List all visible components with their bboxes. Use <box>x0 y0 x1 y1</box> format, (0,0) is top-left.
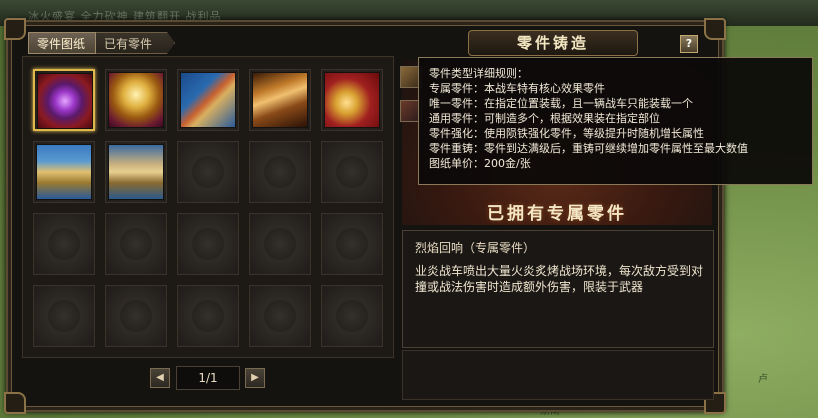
crown-part-icon <box>108 72 164 128</box>
forge-title: 零件铸造 <box>468 30 638 56</box>
flag-part-icon <box>180 72 236 128</box>
part-slot[interactable] <box>321 69 383 131</box>
part-description-panel: 烈焰回响（专属零件） 业炎战车喷出大量火炎炙烤战场环境，每次敌方受到对撞或战法伤… <box>402 230 714 348</box>
empty-slot-emblem-icon <box>190 226 226 262</box>
frame-corner <box>704 18 726 40</box>
empty-part-slot[interactable] <box>249 285 311 347</box>
help-button[interactable]: ? <box>680 35 698 53</box>
part-name: 烈焰回响（专属零件） <box>415 241 536 255</box>
tab-part-blueprints[interactable]: 零件图纸 <box>28 32 97 54</box>
empty-slot-emblem-icon <box>118 298 154 334</box>
part-slot[interactable] <box>33 141 95 203</box>
core-part-icon <box>37 73 93 129</box>
empty-slot-emblem-icon <box>46 298 82 334</box>
empty-part-slot[interactable] <box>177 141 239 203</box>
empty-part-slot[interactable] <box>177 213 239 275</box>
tooltip-line: 唯一零件：在指定位置装载，且一辆战车只能装载一个 <box>429 97 693 110</box>
empty-part-slot[interactable] <box>321 213 383 275</box>
wing-part-icon <box>252 72 308 128</box>
owned-parts-heading: 已拥有专属零件 <box>487 204 627 224</box>
wheel-part-icon-2 <box>108 144 164 200</box>
rules-tooltip: 零件类型详细规则： 专属零件：本战车特有核心效果零件 唯一零件：在指定位置装载，… <box>418 57 813 185</box>
empty-slot-emblem-icon <box>190 298 226 334</box>
empty-slot-emblem-icon <box>334 298 370 334</box>
tooltip-line: 图纸单价：200金/张 <box>429 157 531 170</box>
next-page-button[interactable]: ▶ <box>245 368 265 388</box>
dragon-part-icon <box>324 72 380 128</box>
tooltip-line: 零件强化：使用陨铁强化零件，等级提升时随机增长属性 <box>429 127 704 140</box>
frame-corner <box>4 392 26 414</box>
page-indicator: 1/1 <box>176 366 240 390</box>
empty-part-slot[interactable] <box>321 285 383 347</box>
empty-part-slot[interactable] <box>177 285 239 347</box>
part-slot[interactable] <box>105 141 167 203</box>
frame-corner <box>4 18 26 40</box>
empty-slot-emblem-icon <box>262 226 298 262</box>
background-map-label: 卢 <box>758 374 768 385</box>
empty-slot-emblem-icon <box>334 154 370 190</box>
empty-slot-emblem-icon <box>262 298 298 334</box>
empty-slot-emblem-icon <box>262 154 298 190</box>
tooltip-line: 专属零件：本战车特有核心效果零件 <box>429 82 605 95</box>
empty-slot-emblem-icon <box>334 226 370 262</box>
part-effect-text: 业炎战车喷出大量火炎炙烤战场环境，每次敌方受到对撞或战法伤害时造成额外伤害，限装… <box>415 264 704 294</box>
part-slot[interactable] <box>105 69 167 131</box>
tab-owned-parts[interactable]: 已有零件 <box>96 32 175 54</box>
empty-part-slot[interactable] <box>33 285 95 347</box>
empty-part-slot[interactable] <box>249 213 311 275</box>
empty-slot-emblem-icon <box>46 226 82 262</box>
empty-part-slot[interactable] <box>249 141 311 203</box>
tab-bar: 零件图纸 已有零件 <box>28 32 175 54</box>
empty-slot-emblem-icon <box>118 226 154 262</box>
empty-part-slot[interactable] <box>321 141 383 203</box>
empty-part-slot[interactable] <box>105 213 167 275</box>
wheel-part-icon <box>36 144 92 200</box>
prev-page-button[interactable]: ◀ <box>150 368 170 388</box>
empty-part-slot[interactable] <box>105 285 167 347</box>
part-slot[interactable] <box>33 69 95 131</box>
tooltip-line: 零件类型详细规则： <box>429 67 528 80</box>
part-slot[interactable] <box>249 69 311 131</box>
empty-part-slot[interactable] <box>33 213 95 275</box>
part-slot[interactable] <box>177 69 239 131</box>
tooltip-line: 通用零件：可制造多个，根据效果装在指定部位 <box>429 112 660 125</box>
description-footer <box>402 350 714 400</box>
empty-slot-emblem-icon <box>190 154 226 190</box>
tooltip-line: 零件重铸：零件到达满级后，重铸可继续增加零件属性至最大数值 <box>429 142 748 155</box>
